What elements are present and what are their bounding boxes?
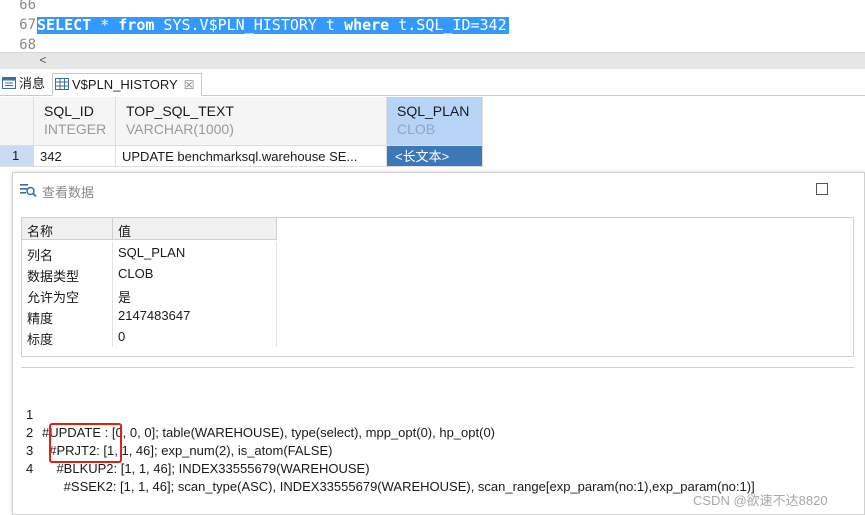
table-cell-selected[interactable]: <长文本> xyxy=(387,146,483,167)
property-key: 标度 xyxy=(22,326,113,347)
line-number: 67 xyxy=(19,17,36,33)
property-key: 数据类型 xyxy=(22,263,113,284)
plan-line: 4 #SSEK2: [1, 1, 46]; scan_type(ASC), IN… xyxy=(21,442,854,494)
property-key: 精度 xyxy=(22,305,113,326)
column-name: TOP_SQL_TEXT xyxy=(126,103,234,119)
property-row[interactable]: 标度 0 xyxy=(22,326,277,347)
maximize-icon[interactable] xyxy=(816,183,828,195)
plan-line-number: 4 xyxy=(26,461,34,476)
query-star: * xyxy=(91,16,119,34)
props-header-value: 值 xyxy=(113,218,277,240)
properties-table: 名称 值 列名 SQL_PLAN 数据类型 CLOB 允许为空 是 精度 214… xyxy=(21,217,854,357)
result-tabbar: 消息 V$PLN_HISTORY ☒ xyxy=(0,72,865,96)
column-type: INTEGER xyxy=(44,121,107,137)
table-icon xyxy=(55,78,69,90)
red-highlight-annotation xyxy=(49,423,122,463)
property-value: 2147483647 xyxy=(113,305,277,326)
plan-line: 3 #BLKUP2: [1, 1, 46]; INDEX33555679(WAR… xyxy=(21,424,854,476)
keyword-from: from xyxy=(118,16,155,34)
column-name: SQL_ID xyxy=(44,103,94,119)
watermark: CSDN @欲速不达8820 xyxy=(693,493,828,508)
dialog-titlebar[interactable]: 查看数据 xyxy=(13,173,864,207)
props-header-name: 名称 xyxy=(22,218,113,240)
property-key: 允许为空 xyxy=(22,284,113,305)
row-number[interactable]: 1 xyxy=(0,146,34,167)
column-header-sql-plan[interactable]: SQL_PLAN CLOB xyxy=(387,97,483,146)
grid-corner xyxy=(0,97,34,146)
property-row[interactable]: 数据类型 CLOB xyxy=(22,263,277,284)
property-row[interactable]: 允许为空 是 xyxy=(22,284,277,305)
column-type: CLOB xyxy=(397,121,436,137)
query-table: SYS.V$PLN_HISTORY t xyxy=(154,16,345,34)
column-type: VARCHAR(1000) xyxy=(126,121,234,137)
keyword-where: where xyxy=(344,16,390,34)
editor-line-query[interactable]: 67 SELECT * from SYS.V$PLN_HISTORY t whe… xyxy=(0,17,865,34)
selected-sql-query[interactable]: SELECT * from SYS.V$PLN_HISTORY t where … xyxy=(37,17,509,34)
result-grid: SQL_ID INTEGER TOP_SQL_TEXT VARCHAR(1000… xyxy=(0,97,483,168)
plan-line: 1 #UPDATE : [0, 0, 0]; table(WAREHOUSE),… xyxy=(21,388,854,440)
dialog-title: 查看数据 xyxy=(42,185,95,200)
property-value: 0 xyxy=(113,326,277,347)
tab-messages-label: 消息 xyxy=(19,76,46,91)
close-icon[interactable]: ☒ xyxy=(184,74,195,96)
line-number: 68 xyxy=(19,37,36,52)
property-row[interactable]: 精度 2147483647 xyxy=(22,305,277,326)
table-cell[interactable]: 342 xyxy=(34,146,116,167)
plan-line: 2 #PRJT2: [1, 1, 46]; exp_num(2), is_ato… xyxy=(21,406,854,458)
query-condition: t.SQL_ID=342 xyxy=(389,16,507,34)
property-value: SQL_PLAN xyxy=(113,242,277,263)
view-data-icon xyxy=(20,184,37,198)
sql-editor[interactable]: 66 67 SELECT * from SYS.V$PLN_HISTORY t … xyxy=(0,0,865,52)
horizontal-scrollbar[interactable]: < xyxy=(0,52,865,69)
view-data-dialog: 查看数据 名称 值 列名 SQL_PLAN 数据类型 CLOB 允许为空 是 精… xyxy=(12,172,865,515)
property-row[interactable]: 列名 SQL_PLAN xyxy=(22,242,277,263)
property-value: 是 xyxy=(113,284,277,305)
line-number: 66 xyxy=(19,0,36,13)
tab-result-vpln-history[interactable]: V$PLN_HISTORY ☒ xyxy=(52,73,202,96)
plan-line-text: #SSEK2: [1, 1, 46]; scan_type(ASC), INDE… xyxy=(42,479,755,494)
tab-messages[interactable]: 消息 xyxy=(0,73,52,96)
messages-icon xyxy=(2,77,16,89)
tab-result-label: V$PLN_HISTORY xyxy=(72,77,178,92)
property-key: 列名 xyxy=(22,242,113,263)
editor-line: 68 xyxy=(0,37,865,52)
editor-line: 66 xyxy=(0,0,865,14)
property-value: CLOB xyxy=(113,263,277,284)
column-name: SQL_PLAN xyxy=(397,103,470,119)
keyword-select: SELECT xyxy=(37,16,92,34)
scroll-left-button[interactable]: < xyxy=(36,53,50,69)
table-cell[interactable]: UPDATE benchmarksql.warehouse SE... xyxy=(116,146,387,167)
column-header-sql-id[interactable]: SQL_ID INTEGER xyxy=(34,97,116,146)
column-header-top-sql-text[interactable]: TOP_SQL_TEXT VARCHAR(1000) xyxy=(116,97,387,146)
